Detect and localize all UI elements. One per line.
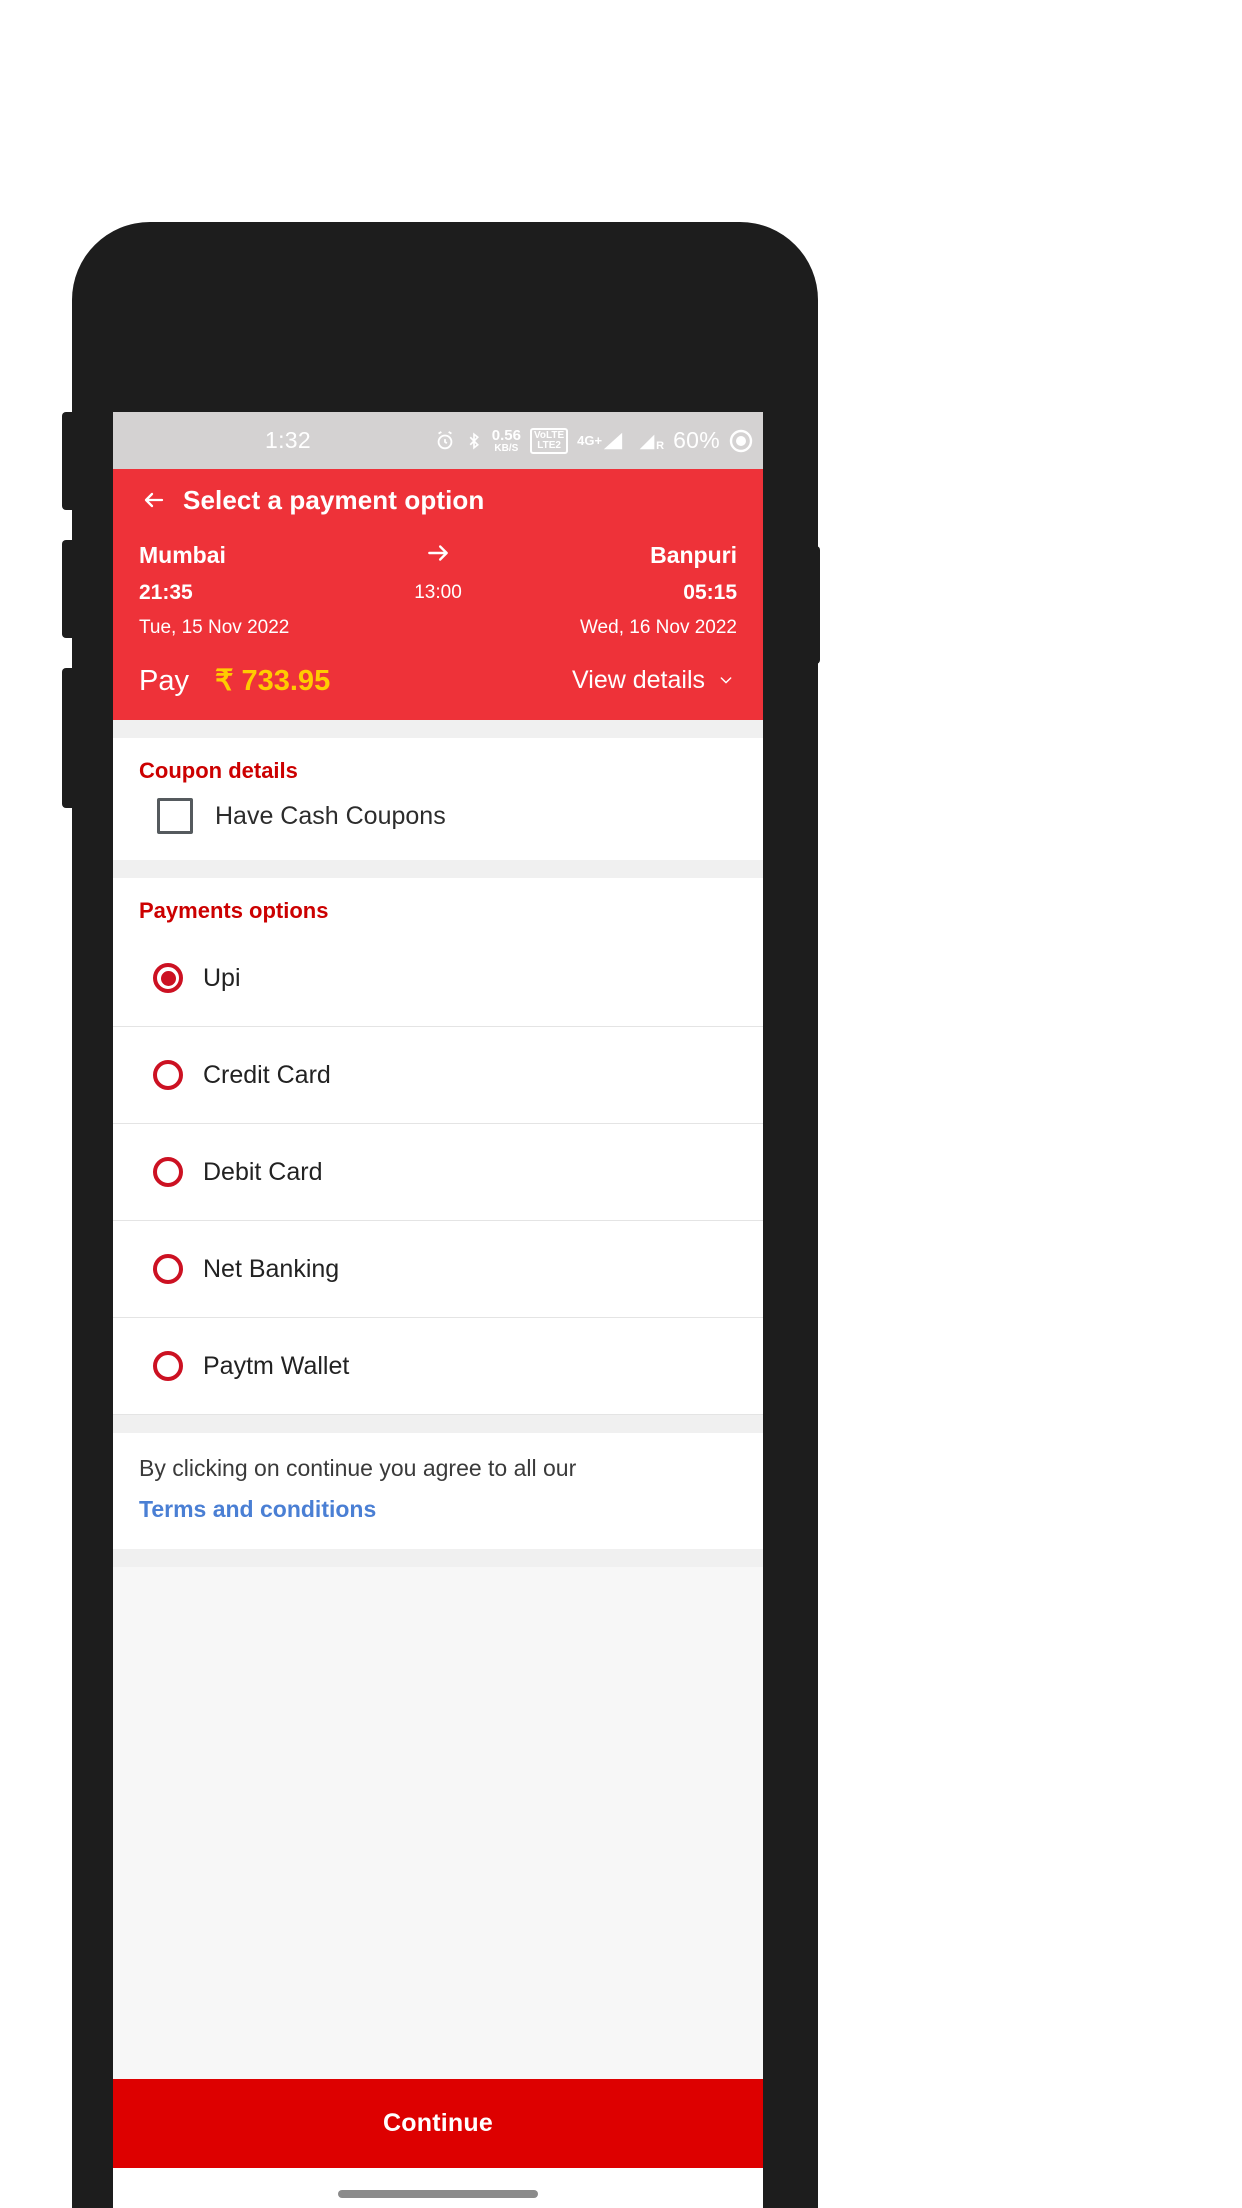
terms-text: By clicking on continue you agree to all… [139,1455,577,1481]
journey-arrow-icon [421,540,455,571]
payment-option-radio[interactable] [153,963,183,993]
alarm-icon [434,430,456,452]
screen-body: Select a payment option Mumbai Banpuri 2… [113,469,763,2208]
navigation-bar [113,2168,763,2208]
payment-option-row[interactable]: Paytm Wallet [113,1318,763,1415]
pay-label: Pay [139,665,189,697]
journey-summary: Mumbai Banpuri 21:35 13:00 05:15 Tue, 15… [113,531,763,645]
origin-city: Mumbai [139,541,226,568]
network-speed-unit: KB/S [494,442,519,454]
volte-line-1: VoLTE [533,429,565,441]
journey-cities-row: Mumbai Banpuri [139,535,737,575]
payment-options-card: Payments options Upi Credit Card Debit Car… [113,878,763,1415]
arrival-time: 05:15 [683,581,738,604]
payment-option-radio[interactable] [153,1060,183,1090]
power-button[interactable] [806,546,820,664]
signal-bars-icon: 4G+ [577,430,626,452]
pay-amount-group: Pay ₹ 733.95 [139,663,330,698]
roaming-signal-icon: R [635,430,664,452]
view-details-button[interactable]: View details [572,666,737,695]
departure-date: Tue, 15 Nov 2022 [139,617,290,638]
payment-option-row[interactable]: Net Banking [113,1221,763,1318]
volte-line-2: LTE2 [537,439,561,451]
payment-option-radio[interactable] [153,1351,183,1381]
network-speed-icon: 0.56 KB/S [492,428,521,454]
payment-option-label: Paytm Wallet [203,1351,350,1380]
chevron-down-icon [715,666,737,695]
pay-summary-row: Pay ₹ 733.95 View details [113,645,763,720]
home-indicator[interactable] [338,2190,538,2198]
payment-option-row[interactable]: Debit Card [113,1124,763,1221]
phone-screen: 1:32 0.56 KB/S VoLTE LTE2 4G+ R 60% Sele… [113,412,763,2208]
have-cash-coupons-checkbox[interactable] [157,798,193,834]
payment-option-label: Credit Card [203,1060,331,1089]
battery-icon [729,429,753,453]
terms-card: By clicking on continue you agree to all… [113,1433,763,1549]
view-details-label: View details [572,666,705,694]
back-arrow-icon[interactable] [139,485,169,515]
network-speed-value: 0.56 [491,426,521,444]
section-divider [113,720,763,738]
destination-city: Banpuri [650,541,737,568]
volte-icon: VoLTE LTE2 [529,427,569,454]
volume-down-button[interactable] [62,540,76,638]
section-divider-2 [113,860,763,878]
journey-duration: 13:00 [414,582,462,603]
app-header-top-row: Select a payment option [113,469,763,531]
departure-time: 21:35 [139,581,193,604]
payment-option-label: Upi [203,963,241,992]
network-gen-label: 4G+ [577,433,603,448]
side-button[interactable] [62,668,76,808]
journey-times-row: 21:35 13:00 05:15 [139,575,737,611]
app-header: Select a payment option Mumbai Banpuri 2… [113,469,763,720]
journey-dates-row: Tue, 15 Nov 2022 Wed, 16 Nov 2022 [139,611,737,645]
payment-option-radio[interactable] [153,1254,183,1284]
page-title: Select a payment option [183,484,485,515]
coupon-section-title: Coupon details [139,758,298,783]
status-time: 1:32 [265,427,311,453]
payment-option-row[interactable]: Credit Card [113,1027,763,1124]
volume-up-button[interactable] [62,412,76,510]
payment-option-row[interactable]: Upi [113,930,763,1027]
section-divider-4 [113,1549,763,1567]
have-cash-coupons-label: Have Cash Coupons [215,801,446,830]
radio-dot [160,970,176,986]
status-icons: 0.56 KB/S VoLTE LTE2 4G+ R 60% [434,427,753,454]
payments-section-title: Payments options [139,898,329,923]
screenshot-canvas: 1:32 0.56 KB/S VoLTE LTE2 4G+ R 60% Sele… [0,0,1242,2208]
roaming-label: R [656,439,665,452]
payment-options-list: Upi Credit Card Debit Card Net Banking Paytm… [113,930,763,1415]
payment-option-label: Net Banking [203,1254,340,1283]
arrival-date: Wed, 16 Nov 2022 [579,617,737,638]
bluetooth-icon [465,430,483,452]
continue-button[interactable]: Continue [113,2079,763,2168]
have-cash-coupons-row[interactable]: Have Cash Coupons [113,790,763,860]
coupon-card: Coupon details Have Cash Coupons [113,738,763,860]
terms-and-conditions-link[interactable]: Terms and conditions [139,1496,737,1523]
pay-amount: ₹ 733.95 [214,665,331,697]
payment-option-label: Debit Card [203,1157,323,1186]
section-divider-3 [113,1415,763,1433]
empty-space [113,1567,763,2079]
payment-option-radio[interactable] [153,1157,183,1187]
battery-percent-label: 60% [673,427,720,453]
status-bar: 1:32 0.56 KB/S VoLTE LTE2 4G+ R 60% [113,412,763,469]
